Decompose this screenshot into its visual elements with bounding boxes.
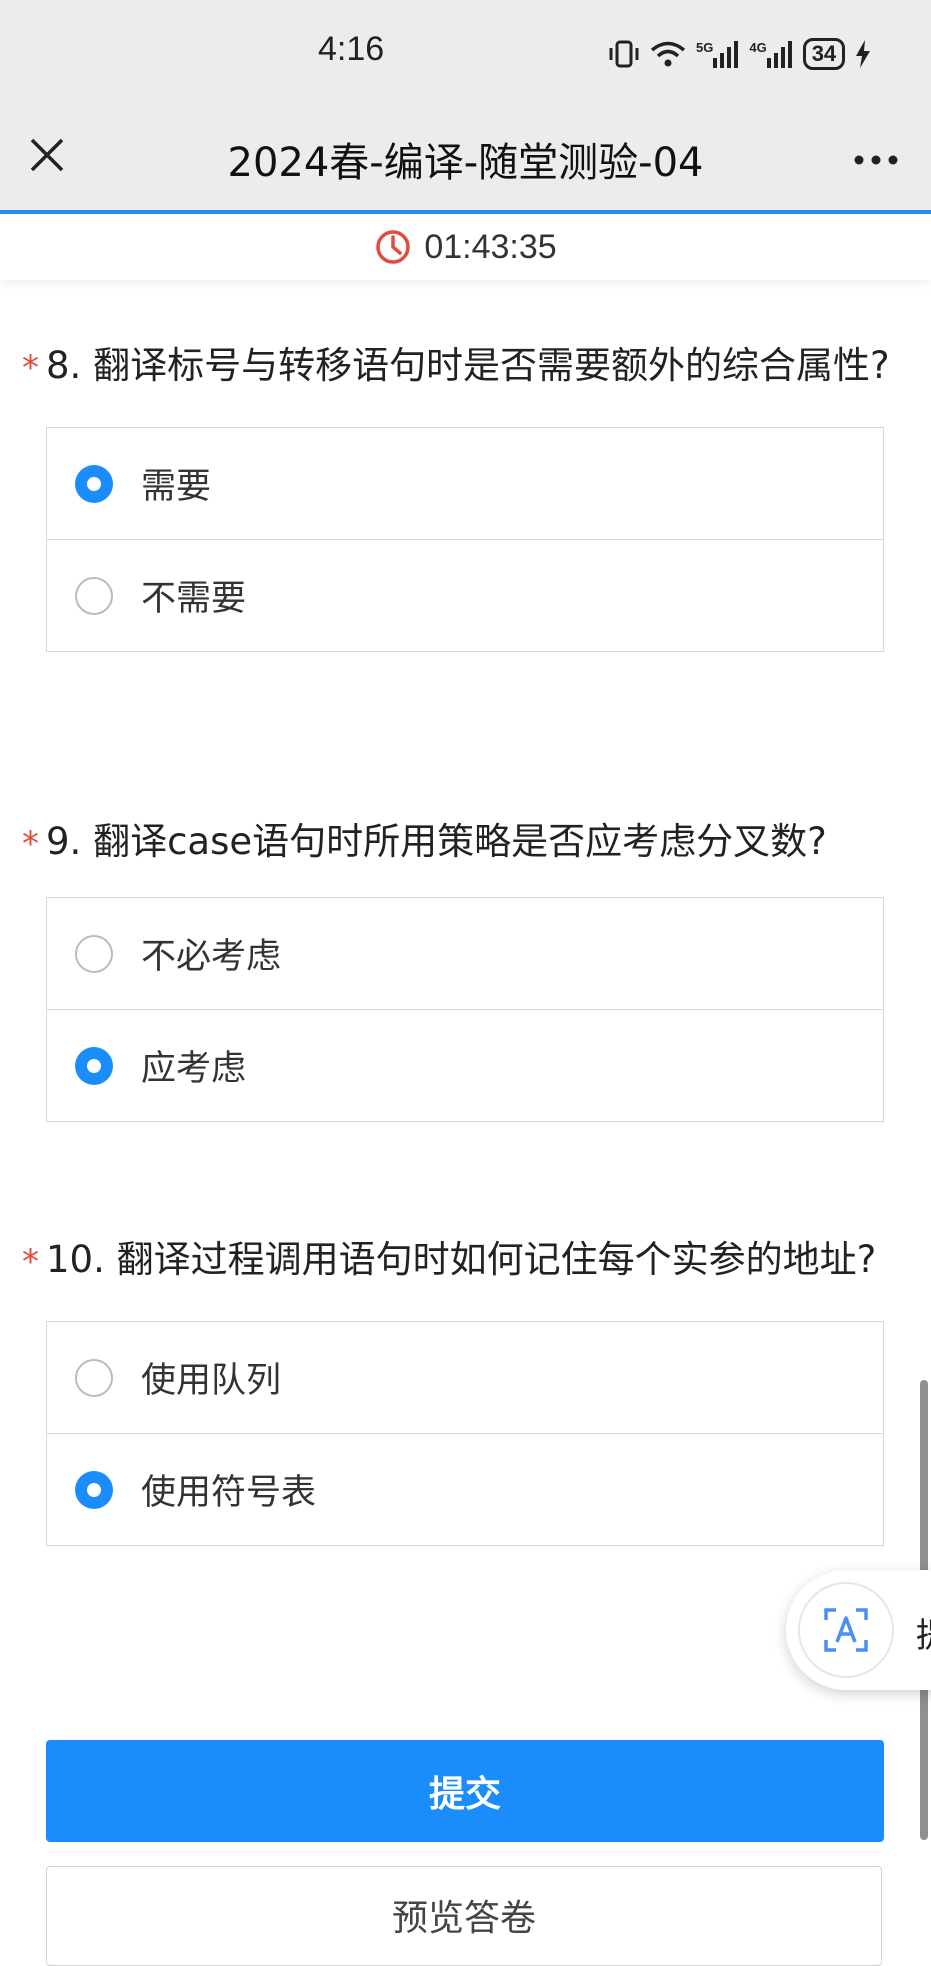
required-mark: * — [22, 1242, 39, 1282]
status-time: 4:16 — [318, 30, 385, 68]
option-item[interactable]: 应考虑 — [47, 1009, 883, 1121]
question-title: * 10. 翻译过程调用语句时如何记住每个实参的地址? — [22, 1229, 891, 1291]
option-label: 不必考虑 — [141, 937, 282, 977]
radio-button-selected[interactable] — [75, 464, 113, 503]
question-text: 9. 翻译case语句时所用策略是否应考虑分叉数? — [46, 820, 827, 863]
option-item[interactable]: 不必考虑 — [47, 898, 883, 1009]
more-button[interactable] — [851, 150, 901, 170]
option-item[interactable]: 不需要 — [47, 539, 883, 651]
radio-button[interactable] — [75, 1358, 113, 1397]
option-label: 需要 — [141, 467, 212, 507]
wifi-icon — [650, 41, 686, 67]
status-icons: 5G 4G 34 — [608, 36, 871, 72]
question-9: * 9. 翻译case语句时所用策略是否应考虑分叉数? 不必考虑 应考虑 — [0, 811, 931, 1122]
required-mark: * — [22, 348, 39, 388]
signal-4g-icon: 4G — [749, 40, 792, 68]
signal-4g-label: 4G — [749, 40, 767, 55]
signal-5g-icon: 5G — [696, 40, 739, 68]
charging-icon — [856, 40, 871, 68]
vibrate-icon — [609, 40, 639, 68]
close-icon — [30, 138, 64, 172]
required-mark: * — [22, 824, 39, 864]
option-label: 应考虑 — [141, 1049, 247, 1089]
more-icon — [854, 155, 898, 165]
options-list: 不必考虑 应考虑 — [46, 897, 884, 1122]
timer-value: 01:43:35 — [424, 227, 557, 266]
options-list: 使用队列 使用符号表 — [46, 1321, 884, 1546]
submit-button[interactable]: 提交 — [46, 1740, 884, 1842]
question-8: * 8. 翻译标号与转移语句时是否需要额外的综合属性? 需要 不需要 — [0, 335, 931, 652]
signal-5g-label: 5G — [696, 40, 714, 55]
option-item[interactable]: 需要 — [47, 428, 883, 539]
radio-button[interactable] — [75, 934, 113, 973]
close-button[interactable] — [22, 130, 72, 180]
radio-button-selected[interactable] — [75, 1470, 113, 1509]
options-list: 需要 不需要 — [46, 427, 884, 652]
status-bar: 4:16 5G 4G 34 — [0, 0, 931, 110]
radio-button-selected[interactable] — [75, 1046, 113, 1085]
option-label: 使用符号表 — [141, 1473, 317, 1513]
floating-widget[interactable]: 提 — [786, 1570, 931, 1690]
nav-bar: 2024春-编译-随堂测验-04 — [0, 110, 931, 214]
question-text: 8. 翻译标号与转移语句时是否需要额外的综合属性? — [46, 344, 890, 387]
clock-icon — [376, 230, 411, 264]
text-recognition-icon — [824, 1608, 868, 1652]
option-label: 不需要 — [141, 579, 247, 619]
floating-widget-button[interactable] — [798, 1582, 894, 1678]
battery-indicator: 34 — [802, 38, 846, 70]
option-item[interactable]: 使用符号表 — [47, 1433, 883, 1545]
radio-button[interactable] — [75, 576, 113, 615]
preview-button[interactable]: 预览答卷 — [46, 1866, 882, 1966]
option-label: 使用队列 — [141, 1361, 282, 1401]
question-title: * 8. 翻译标号与转移语句时是否需要额外的综合属性? — [22, 335, 891, 397]
floating-widget-label: 提 — [916, 1608, 931, 1657]
page-title: 2024春-编译-随堂测验-04 — [227, 140, 704, 186]
option-item[interactable]: 使用队列 — [47, 1322, 883, 1433]
question-text: 10. 翻译过程调用语句时如何记住每个实参的地址? — [46, 1238, 877, 1281]
timer-bar: 01:43:35 — [0, 214, 931, 280]
question-10: * 10. 翻译过程调用语句时如何记住每个实参的地址? 使用队列 使用符号表 — [0, 1229, 931, 1546]
question-title: * 9. 翻译case语句时所用策略是否应考虑分叉数? — [22, 811, 891, 873]
